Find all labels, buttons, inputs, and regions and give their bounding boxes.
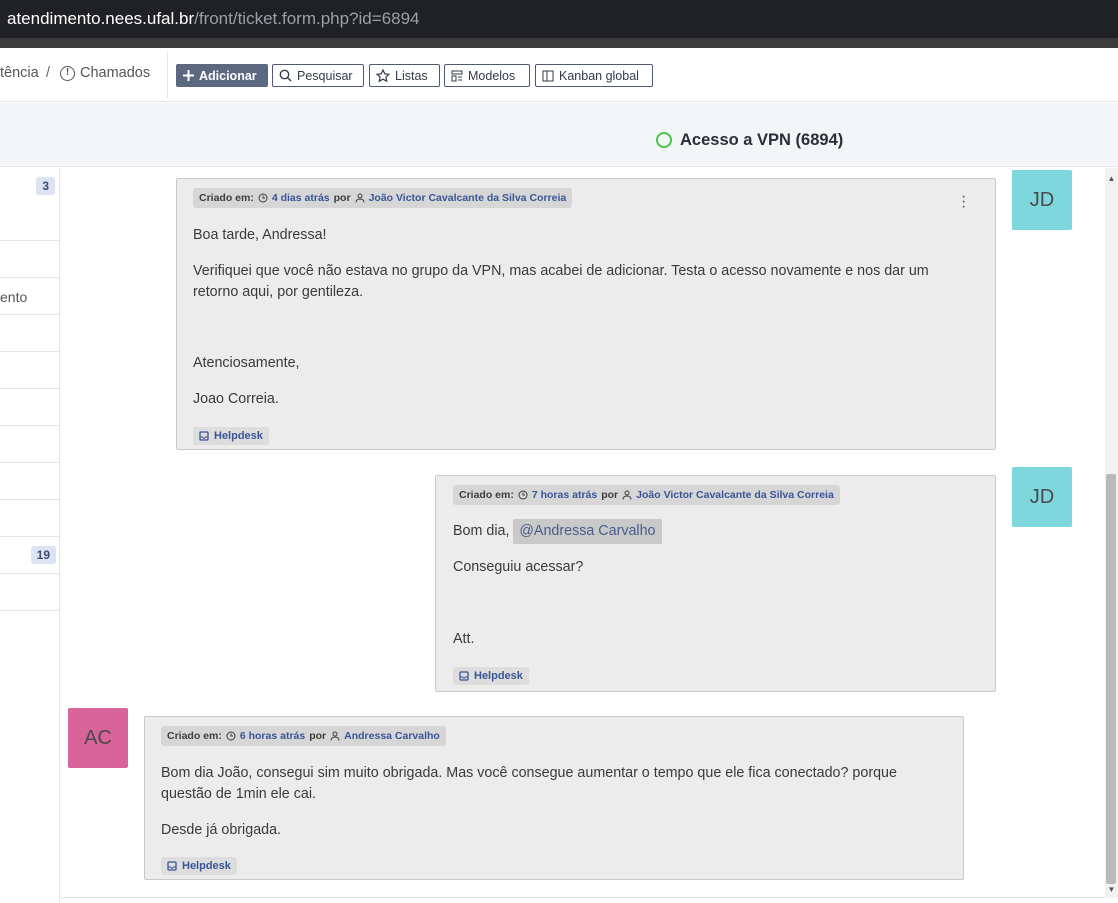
exclamation-circle-icon: ! <box>60 66 75 81</box>
sidebar-item[interactable] <box>0 574 60 611</box>
lists-button[interactable]: Listas <box>369 64 440 87</box>
scroll-up-icon[interactable]: ▲ <box>1106 174 1117 183</box>
clock-icon <box>518 490 528 500</box>
source-label: Helpdesk <box>474 670 523 682</box>
kanban-button[interactable]: Kanban global <box>535 64 653 87</box>
avatar: AC <box>68 708 128 768</box>
followup-line: Atenciosamente, <box>193 355 300 371</box>
sidebar-item[interactable] <box>0 389 60 426</box>
clock-icon <box>226 731 236 741</box>
inbox-icon <box>459 671 469 681</box>
followup-date[interactable]: 4 dias atrás <box>272 192 330 204</box>
more-options-icon[interactable]: · · · <box>961 189 966 215</box>
kanban-button-label: Kanban global <box>559 68 639 83</box>
breadcrumb-assistance[interactable]: tência <box>0 65 39 81</box>
url-path: /front/ticket.form.php?id=6894 <box>194 9 420 28</box>
address-bar[interactable]: atendimento.nees.ufal.br/front/ticket.fo… <box>0 0 1118 38</box>
scrollbar-thumb[interactable] <box>1106 474 1116 884</box>
followup-line: retorno aqui, por gentileza. <box>193 284 364 300</box>
source-label: Helpdesk <box>182 860 231 872</box>
avatar: JD <box>1012 467 1072 527</box>
followup-line: Conseguiu acessar? <box>453 559 584 575</box>
sidebar-item[interactable] <box>0 204 60 241</box>
followup-line: questão de 1min ele cai. <box>161 786 316 802</box>
search-icon <box>279 69 292 82</box>
top-navigation: tência / ! Chamados Adicionar Pesquisar … <box>0 48 1118 102</box>
user-icon <box>622 490 632 500</box>
scroll-down-icon[interactable]: ▼ <box>1106 885 1117 894</box>
search-button-label: Pesquisar <box>297 68 353 83</box>
lists-button-label: Listas <box>395 68 428 83</box>
created-label: Criado em: <box>199 192 254 204</box>
template-icon <box>451 70 463 81</box>
ticket-timeline: Criado em: 4 dias atrás por João Victor … <box>61 168 1105 898</box>
source-badge: Helpdesk <box>161 857 237 875</box>
count-badge: 19 <box>30 546 56 564</box>
breadcrumb-tickets[interactable]: Chamados <box>80 65 150 81</box>
followup-meta: Criado em: 6 horas atrás por Andressa Ca… <box>161 726 446 746</box>
followup-line: Att. <box>453 631 475 647</box>
count-badge: 3 <box>36 177 55 195</box>
followup-line: Joao Correia. <box>193 391 279 407</box>
sidebar-item[interactable] <box>0 500 60 537</box>
inbox-icon <box>167 861 177 871</box>
sidebar-item[interactable] <box>0 426 60 463</box>
source-badge: Helpdesk <box>453 667 529 685</box>
columns-icon <box>542 70 554 81</box>
inbox-icon <box>199 431 209 441</box>
sidebar-item[interactable] <box>0 241 60 278</box>
source-label: Helpdesk <box>214 430 263 442</box>
sidebar-item[interactable] <box>0 315 60 352</box>
followup-date[interactable]: 6 horas atrás <box>240 730 305 742</box>
ticket-header: Acesso a VPN (6894) <box>0 103 1118 167</box>
sidebar-item-label: ento <box>0 289 28 305</box>
author-link[interactable]: João Victor Cavalcante da Silva Correia <box>636 489 834 501</box>
templates-button[interactable]: Modelos <box>444 64 530 87</box>
add-button[interactable]: Adicionar <box>176 64 268 87</box>
avatar: JD <box>1012 170 1072 230</box>
followup-line: Boa tarde, Andressa! <box>193 227 327 243</box>
by-label: por <box>309 730 327 742</box>
search-button[interactable]: Pesquisar <box>272 64 364 87</box>
browser-divider <box>0 38 1118 48</box>
add-button-label: Adicionar <box>199 68 257 83</box>
by-label: por <box>333 192 351 204</box>
sidebar-item[interactable]: 19 <box>0 537 60 574</box>
followup-item: Criado em: 4 dias atrás por João Victor … <box>176 178 996 450</box>
templates-button-label: Modelos <box>468 68 516 83</box>
user-icon <box>355 193 365 203</box>
ticket-title: Acesso a VPN (6894) <box>680 131 844 149</box>
created-label: Criado em: <box>459 489 514 501</box>
created-label: Criado em: <box>167 730 222 742</box>
plus-icon <box>183 70 194 81</box>
user-mention[interactable]: @Andressa Carvalho <box>513 519 662 544</box>
author-link[interactable]: João Victor Cavalcante da Silva Correia <box>369 192 567 204</box>
author-link[interactable]: Andressa Carvalho <box>344 730 440 742</box>
followup-meta: Criado em: 7 horas atrás por João Victor… <box>453 485 840 505</box>
sidebar-item[interactable] <box>0 352 60 389</box>
ticket-sidebar: 3 ento 19 <box>0 168 60 903</box>
nav-divider <box>167 52 168 98</box>
followup-line: Bom dia João, consegui sim muito obrigad… <box>161 765 897 781</box>
greeting-text: Bom dia, <box>453 523 510 539</box>
clock-icon <box>258 193 268 203</box>
breadcrumb-separator: / <box>46 65 51 81</box>
timeline-footer <box>61 897 1105 903</box>
status-new-icon <box>656 132 672 148</box>
url-host: atendimento.nees.ufal.br <box>7 9 195 28</box>
followup-date[interactable]: 7 horas atrás <box>532 489 597 501</box>
source-badge: Helpdesk <box>193 427 269 445</box>
followup-line: Desde já obrigada. <box>161 822 282 838</box>
followup-item: Criado em: 6 horas atrás por Andressa Ca… <box>144 716 964 880</box>
by-label: por <box>601 489 619 501</box>
user-icon <box>330 731 340 741</box>
followup-meta: Criado em: 4 dias atrás por João Victor … <box>193 188 573 208</box>
followup-line: Bom dia, @Andressa Carvalho <box>453 519 662 544</box>
followup-item: Criado em: 7 horas atrás por João Victor… <box>435 475 996 692</box>
star-icon <box>376 68 390 82</box>
sidebar-item[interactable]: ento <box>0 278 60 315</box>
followup-line: Verifiquei que você não estava no grupo … <box>193 263 929 279</box>
sidebar-item[interactable] <box>0 463 60 500</box>
